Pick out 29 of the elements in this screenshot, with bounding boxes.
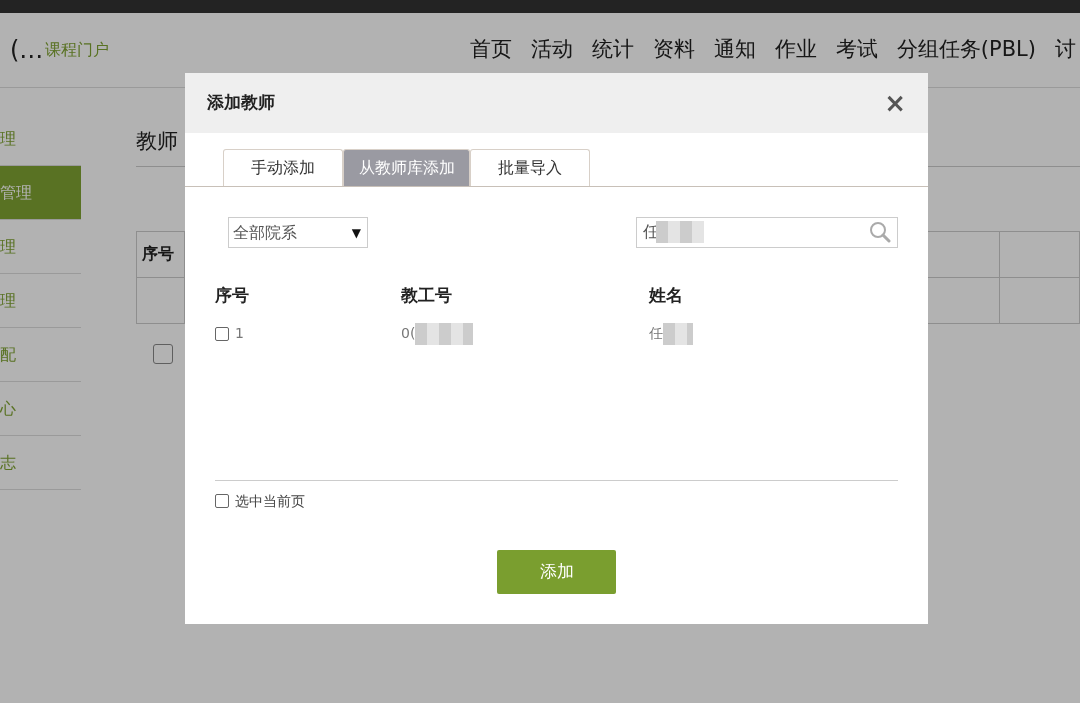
column-header: 教工号 [401,285,452,305]
close-button[interactable]: × [884,90,906,116]
column-header: 序号 [215,285,249,305]
nav-link[interactable]: 统计 [591,34,634,66]
nav-link[interactable]: 首页 [469,34,512,66]
nav-link[interactable]: 分组任务(PBL) [896,34,1036,66]
select-page-checkbox[interactable] [215,494,229,508]
tab[interactable]: 批量导入 [470,149,590,186]
table-cell-text: 0( [401,324,416,343]
redaction-mask [656,221,704,243]
table-cell-text: 任 [649,324,663,343]
nav-link[interactable]: 通知 [713,34,756,66]
nav-link[interactable]: 考试 [835,34,878,66]
brand-ellipsis: (… [10,35,44,66]
checkbox-label: 选中当前页 [235,491,305,511]
dialog-title: 添加教师 [207,91,275,115]
nav-link[interactable]: 作业 [774,34,817,66]
table-cell-text: 1 [235,324,244,343]
redaction-mask [663,322,693,345]
nav-link[interactable]: 活动 [530,34,573,66]
caret-icon: ▼ [351,223,361,242]
row-checkbox[interactable] [153,343,173,364]
nav-link[interactable]: 讨 [1055,34,1076,66]
nav-link[interactable]: 资料 [652,34,695,66]
department-select[interactable]: 全部院系 ▼ [228,217,368,248]
redaction-mask [415,322,474,345]
row-checkbox[interactable] [215,326,229,341]
tab[interactable]: 手动添加 [223,149,343,186]
column-header: 姓名 [649,285,683,305]
